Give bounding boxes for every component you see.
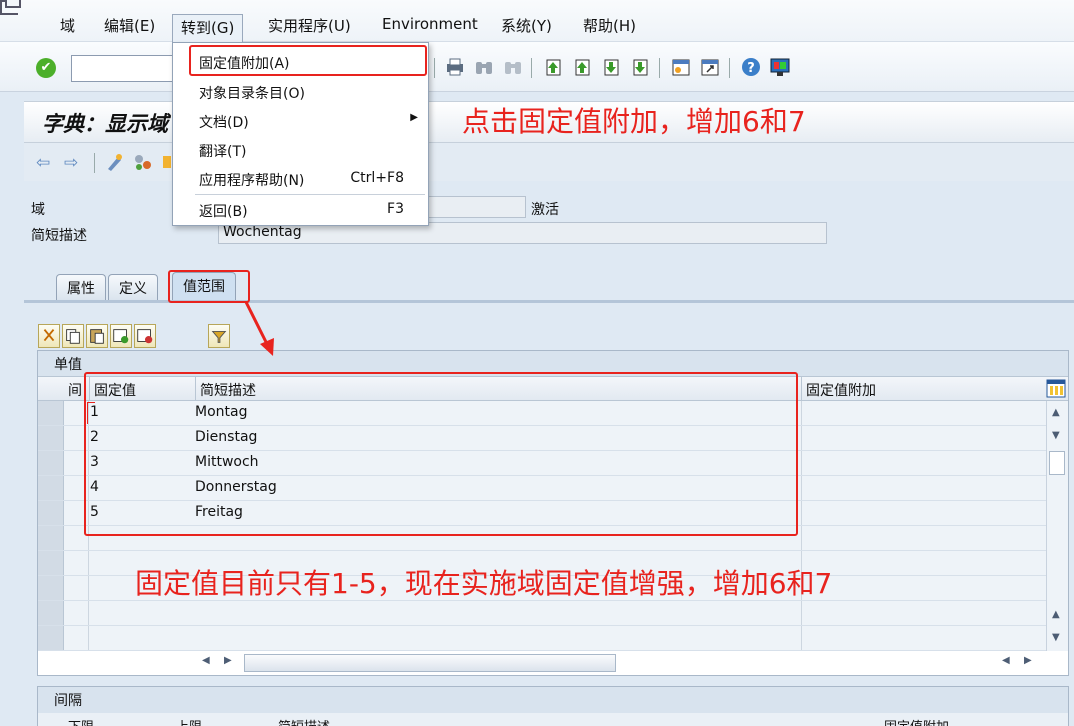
menu-edit[interactable]: 编辑(E) — [104, 15, 155, 36]
shortcut-icon[interactable] — [699, 56, 721, 78]
menu-item-documentation[interactable]: 文档(D) ▶ — [173, 105, 428, 134]
highlight-box-tab — [168, 270, 250, 303]
scroll-right-icon[interactable]: ▶ — [224, 655, 232, 666]
enter-check-icon[interactable]: ✔ — [36, 58, 56, 78]
scroll-left-icon[interactable]: ◀ — [1002, 655, 1010, 666]
cursor-mark — [87, 402, 95, 424]
menu-item-application-help[interactable]: 应用程序帮助(N) Ctrl+F8 — [173, 163, 428, 192]
status-label: 激活 — [531, 202, 559, 218]
forward-arrow-icon[interactable]: ⇨ — [64, 153, 78, 173]
paste-icon[interactable] — [86, 324, 108, 348]
filter-icon[interactable] — [208, 324, 230, 348]
col-short-desc-header[interactable]: 简短描述 — [278, 716, 330, 726]
page-title: 字典：显示域 — [42, 111, 168, 136]
column-divider — [801, 377, 802, 401]
col-lower-limit-header[interactable]: 下限 — [68, 716, 94, 726]
tab-attributes[interactable]: 属性 — [56, 274, 106, 300]
scroll-right-icon[interactable]: ▶ — [1024, 655, 1032, 666]
scroll-thumb[interactable] — [1049, 451, 1065, 475]
next-page-icon[interactable] — [600, 56, 622, 78]
last-page-icon[interactable] — [629, 56, 651, 78]
menu-item-object-directory[interactable]: 对象目录条目(O) — [173, 76, 428, 105]
menu-help[interactable]: 帮助(H) — [583, 15, 636, 36]
active-inactive-icon[interactable] — [132, 151, 154, 173]
toolbar-separator — [434, 58, 435, 78]
short-desc-label: 简短描述 — [31, 228, 87, 244]
intervals-table: 间隔 下限 上限 简短描述 固定值附加 — [37, 686, 1069, 726]
back-arrow-icon[interactable]: ⇦ — [36, 153, 50, 173]
col-fixed-value-append-header[interactable]: 固定值附加 — [884, 716, 949, 726]
scroll-up-icon[interactable]: ▲ — [1052, 407, 1060, 418]
menu-goto[interactable]: 转到(G) — [172, 14, 244, 42]
menu-system[interactable]: 系统(Y) — [501, 15, 552, 36]
table-settings-icon[interactable] — [1046, 379, 1066, 398]
previous-page-icon[interactable] — [571, 56, 593, 78]
table-row[interactable] — [38, 601, 1046, 626]
help-icon[interactable]: ? — [740, 56, 762, 78]
scroll-up-icon[interactable]: ▲ — [1052, 609, 1060, 620]
submenu-arrow-icon: ▶ — [410, 112, 418, 123]
menu-bar: 域 编辑(E) 转到(G) 实用程序(U) Environment 系统(Y) … — [0, 0, 1074, 42]
horizontal-scrollbar[interactable]: ◀ ▶ ◀ ▶ — [198, 653, 1038, 673]
col-upper-limit-header[interactable]: 上限 — [176, 716, 202, 726]
print-icon[interactable] — [444, 56, 466, 78]
menu-environment[interactable]: Environment — [382, 15, 478, 33]
command-field[interactable] — [71, 55, 175, 82]
insert-row-icon[interactable] — [110, 324, 132, 348]
standard-toolbar: ✔ ? — [0, 42, 1074, 92]
find-icon[interactable] — [473, 56, 495, 78]
domain-label: 域 — [31, 202, 45, 218]
toolbar-separator — [94, 153, 95, 173]
scroll-down-icon[interactable]: ▼ — [1052, 632, 1060, 643]
display-change-icon[interactable] — [104, 151, 126, 173]
toolbar-separator — [531, 58, 532, 78]
customize-layout-icon[interactable] — [769, 56, 791, 78]
scroll-left-icon[interactable]: ◀ — [202, 655, 210, 666]
svg-text:?: ? — [747, 61, 755, 76]
tab-definition[interactable]: 定义 — [108, 274, 158, 300]
menu-domain[interactable]: 域 — [60, 15, 75, 36]
find-next-icon[interactable] — [502, 56, 524, 78]
intervals-caption: 间隔 — [38, 687, 1068, 713]
annotation-middle-text: 固定值目前只有1-5，现在实施域固定值增强，增加6和7 — [135, 567, 833, 600]
menu-item-back[interactable]: 返回(B) F3 — [173, 194, 428, 223]
scroll-thumb[interactable] — [244, 654, 616, 672]
cut-icon[interactable] — [38, 324, 60, 348]
table-row[interactable] — [38, 626, 1046, 651]
col-fixed-value-append-header[interactable]: 固定值附加 — [806, 380, 876, 400]
first-page-icon[interactable] — [542, 56, 564, 78]
highlight-box-values — [84, 372, 798, 536]
menu-utilities[interactable]: 实用程序(U) — [268, 15, 351, 36]
toolbar-separator — [659, 58, 660, 78]
annotation-arrow-icon — [244, 301, 274, 356]
toolbar-separator — [729, 58, 730, 78]
menu-item-translation[interactable]: 翻译(T) — [173, 134, 428, 163]
new-session-icon[interactable] — [670, 56, 692, 78]
intervals-header: 下限 上限 简短描述 固定值附加 — [38, 713, 1068, 726]
vertical-scrollbar[interactable]: ▲ ▼ ▲ ▼ — [1046, 401, 1068, 651]
col-interval-header[interactable]: 间 — [68, 380, 82, 400]
shortcut-label: F3 — [387, 201, 404, 217]
scroll-down-icon[interactable]: ▼ — [1052, 430, 1060, 441]
delete-row-icon[interactable] — [134, 324, 156, 348]
shortcut-label: Ctrl+F8 — [350, 170, 404, 186]
copy-icon[interactable] — [62, 324, 84, 348]
exit-icon[interactable] — [0, 0, 18, 15]
annotation-top-text: 点击固定值附加，增加6和7 — [462, 105, 806, 138]
highlight-box-menu-item — [189, 45, 427, 76]
